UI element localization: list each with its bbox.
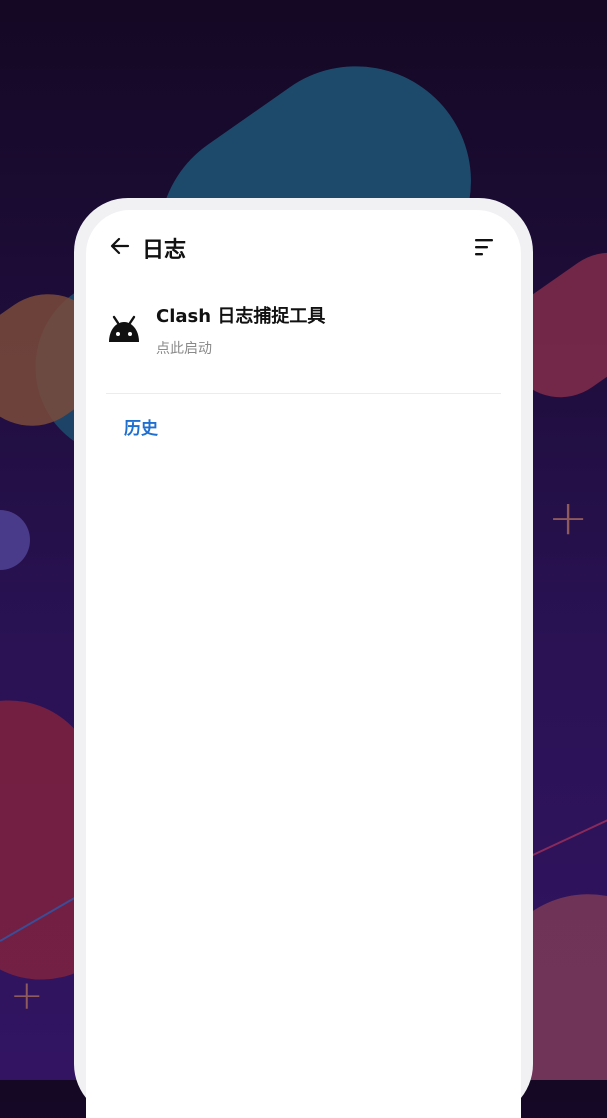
sort-icon[interactable] — [473, 236, 495, 258]
log-tool-title: Clash 日志捕捉工具 — [156, 306, 326, 327]
history-section-label[interactable]: 历史 — [124, 414, 158, 439]
android-icon — [107, 314, 141, 344]
plus-decoration-icon: + — [548, 490, 589, 546]
page-title: 日志 — [142, 238, 187, 263]
phone-frame: 日志 Clash 日志捕捉工具 点此启动 历史 — [74, 198, 533, 1118]
arrow-left-icon[interactable] — [108, 234, 132, 258]
divider — [106, 393, 501, 394]
plus-decoration-icon: + — [10, 973, 44, 1019]
log-tool-subtitle: 点此启动 — [156, 341, 212, 357]
log-capture-tool-item[interactable]: Clash 日志捕捉工具 点此启动 — [86, 298, 521, 386]
app-screen: 日志 Clash 日志捕捉工具 点此启动 历史 — [86, 210, 521, 1118]
top-app-bar: 日志 — [86, 230, 521, 266]
background-shape — [0, 510, 30, 570]
